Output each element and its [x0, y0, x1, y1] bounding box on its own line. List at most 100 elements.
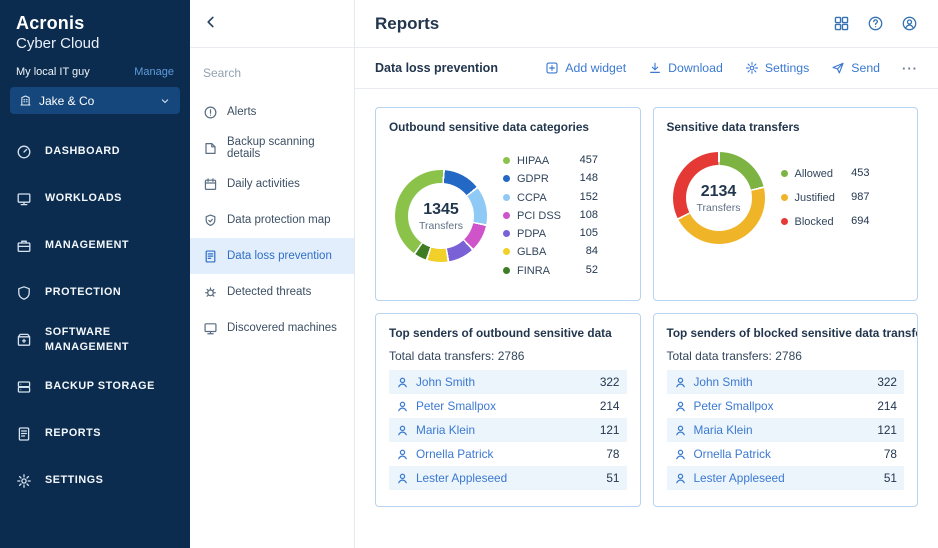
card-sensitive-data-transfers: Sensitive data transfers 2134 Transfers … — [653, 107, 919, 301]
account-row: My local IT guy Manage — [0, 52, 190, 85]
card-title: Outbound sensitive data categories — [389, 120, 627, 134]
person-icon — [396, 376, 409, 389]
daily-activities-icon — [203, 177, 218, 192]
sidebar-item-settings[interactable]: SETTINGS — [0, 457, 190, 504]
sender-link[interactable]: Lester Appleseed — [694, 471, 785, 485]
legend-dot — [503, 175, 510, 182]
person-icon — [396, 424, 409, 437]
sidebar-item-dashboard[interactable]: DASHBOARD — [0, 128, 190, 175]
settings-button[interactable]: Settings — [745, 61, 809, 75]
subnav-item-backup-scanning-details[interactable]: Backup scanning details — [190, 130, 354, 166]
donut-total: 2134 — [701, 183, 737, 201]
help-icon[interactable] — [867, 15, 884, 32]
person-icon — [674, 400, 687, 413]
sidebar-item-workloads[interactable]: WORKLOADS — [0, 175, 190, 222]
toolbar-title: Data loss prevention — [375, 61, 498, 75]
apps-grid-icon[interactable] — [833, 15, 850, 32]
table-row: Peter Smallpox 214 — [389, 394, 627, 418]
sidebar-item-reports[interactable]: REPORTS — [0, 410, 190, 457]
sender-link[interactable]: Lester Appleseed — [416, 471, 507, 485]
card-title: Top senders of blocked sensitive data tr… — [667, 326, 905, 340]
legend-item: Blocked694 — [781, 215, 870, 229]
brand-logo: Acronis Cyber Cloud — [0, 0, 190, 52]
donut-total: 1345 — [423, 201, 459, 219]
more-actions-button[interactable]: ··· — [902, 61, 918, 76]
card-subtitle: Total data transfers: 2786 — [389, 349, 627, 363]
software-management-icon — [16, 332, 32, 348]
senders-table: John Smith 322 Peter Smallpox 214 Maria … — [667, 370, 905, 490]
transfer-count: 121 — [600, 423, 620, 437]
sender-link[interactable]: Ornella Patrick — [416, 447, 493, 461]
person-icon — [396, 472, 409, 485]
person-icon — [396, 400, 409, 413]
person-icon — [674, 376, 687, 389]
subnav-item-data-protection-map[interactable]: Data protection map — [190, 202, 354, 238]
send-button[interactable]: Send — [831, 61, 880, 75]
table-row: Ornella Patrick 78 — [667, 442, 905, 466]
person-icon — [674, 472, 687, 485]
building-icon — [19, 94, 32, 107]
legend-dot — [503, 157, 510, 164]
primary-sidebar: Acronis Cyber Cloud My local IT guy Mana… — [0, 0, 190, 548]
dashboard-icon — [16, 144, 32, 160]
download-button[interactable]: Download — [648, 61, 723, 75]
download-icon — [648, 61, 662, 75]
company-selector[interactable]: Jake & Co — [10, 87, 180, 114]
transfer-count: 121 — [877, 423, 897, 437]
subnav-header — [190, 0, 354, 48]
senders-table: John Smith 322 Peter Smallpox 214 Maria … — [389, 370, 627, 490]
widget-toolbar: Data loss prevention Add widget Download — [355, 48, 938, 89]
legend: Allowed453 Justified987 Blocked694 — [781, 162, 870, 235]
search-input[interactable] — [203, 66, 341, 80]
company-name: Jake & Co — [39, 94, 94, 108]
person-icon — [674, 448, 687, 461]
sensitive-transfers-donut-chart: 2134 Transfers — [673, 152, 765, 244]
subnav-item-data-loss-prevention[interactable]: Data loss prevention — [190, 238, 354, 274]
card-top-senders-outbound: Top senders of outbound sensitive data T… — [375, 313, 641, 507]
sidebar-item-management[interactable]: MANAGEMENT — [0, 222, 190, 269]
sender-link[interactable]: Maria Klein — [694, 423, 753, 437]
card-title: Top senders of outbound sensitive data — [389, 326, 627, 340]
donut-center: 2134 Transfers — [686, 165, 752, 231]
sidebar-item-protection[interactable]: PROTECTION — [0, 269, 190, 316]
manage-link[interactable]: Manage — [134, 66, 174, 78]
legend-item: Allowed453 — [781, 167, 870, 181]
account-icon[interactable] — [901, 15, 918, 32]
data-protection-map-icon — [203, 213, 218, 228]
sender-link[interactable]: John Smith — [694, 375, 753, 389]
donut-total-label: Transfers — [697, 202, 741, 214]
legend: HIPAA457 GDPR148 CCPA152 PCI DSS108 PDPA… — [503, 152, 598, 280]
send-icon — [831, 61, 845, 75]
add-widget-button[interactable]: Add widget — [545, 61, 626, 75]
subnav-item-discovered-machines[interactable]: Discovered machines — [190, 310, 354, 346]
sender-link[interactable]: John Smith — [416, 375, 475, 389]
sidebar-item-backup-storage[interactable]: BACKUP STORAGE — [0, 363, 190, 410]
subnav-item-detected-threats[interactable]: Detected threats — [190, 274, 354, 310]
card-top-senders-blocked: Top senders of blocked sensitive data tr… — [653, 313, 919, 507]
sidebar-item-software-management[interactable]: SOFTWARE MANAGEMENT — [0, 316, 190, 363]
data-loss-prevention-icon — [203, 249, 218, 264]
account-name: My local IT guy — [16, 66, 90, 78]
table-row: Lester Appleseed 51 — [389, 466, 627, 490]
donut-center: 1345 Transfers — [408, 183, 474, 249]
header-icons — [833, 15, 918, 32]
table-row: John Smith 322 — [667, 370, 905, 394]
sender-link[interactable]: Peter Smallpox — [416, 399, 496, 413]
subnav-item-daily-activities[interactable]: Daily activities — [190, 166, 354, 202]
legend-item: CCPA152 — [503, 191, 598, 205]
person-icon — [396, 448, 409, 461]
reports-subnav: Alerts Backup scanning details Daily act… — [190, 0, 355, 548]
management-icon — [16, 238, 32, 254]
acronis-wordmark: Acronis — [16, 13, 174, 34]
table-row: Lester Appleseed 51 — [667, 466, 905, 490]
sender-link[interactable]: Ornella Patrick — [694, 447, 771, 461]
sender-link[interactable]: Peter Smallpox — [694, 399, 774, 413]
subnav-item-alerts[interactable]: Alerts — [190, 94, 354, 130]
card-title: Sensitive data transfers — [667, 120, 905, 134]
back-button[interactable] — [203, 14, 219, 33]
search-row — [190, 48, 354, 94]
sender-link[interactable]: Maria Klein — [416, 423, 475, 437]
chevron-down-icon — [159, 95, 171, 107]
backup-scanning-details-icon — [203, 141, 218, 156]
protection-icon — [16, 285, 32, 301]
